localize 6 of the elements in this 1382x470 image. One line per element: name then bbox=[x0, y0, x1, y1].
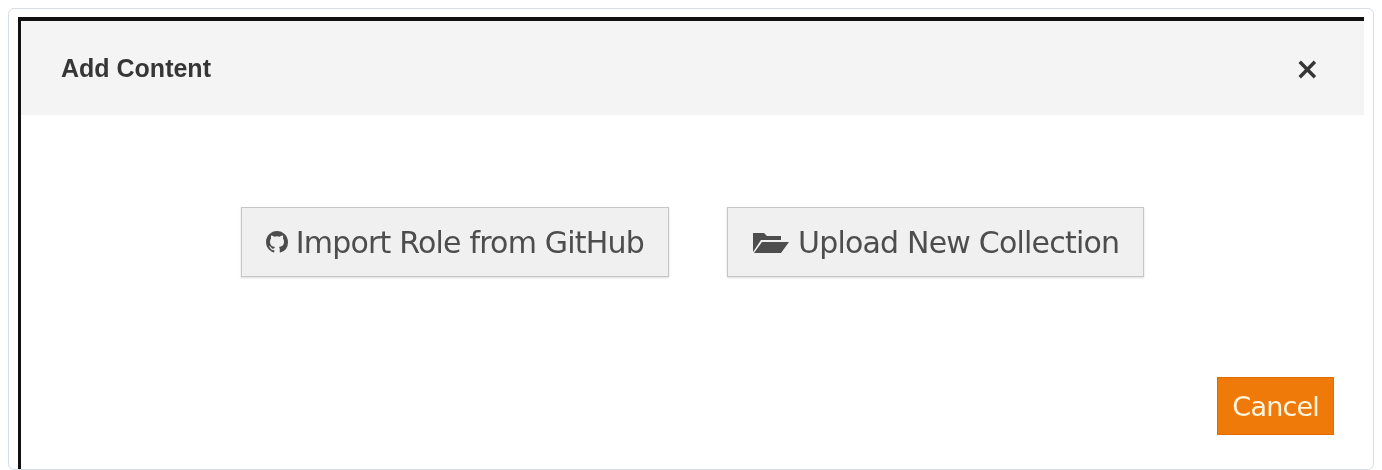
close-button[interactable]: × bbox=[1290, 50, 1324, 86]
folder-icon bbox=[752, 230, 790, 254]
github-icon bbox=[265, 231, 288, 253]
dialog-title: Add Content bbox=[61, 53, 211, 83]
upload-button[interactable]: Upload New Collection bbox=[727, 207, 1145, 277]
import-button[interactable]: Import Role from GitHub bbox=[240, 207, 669, 277]
